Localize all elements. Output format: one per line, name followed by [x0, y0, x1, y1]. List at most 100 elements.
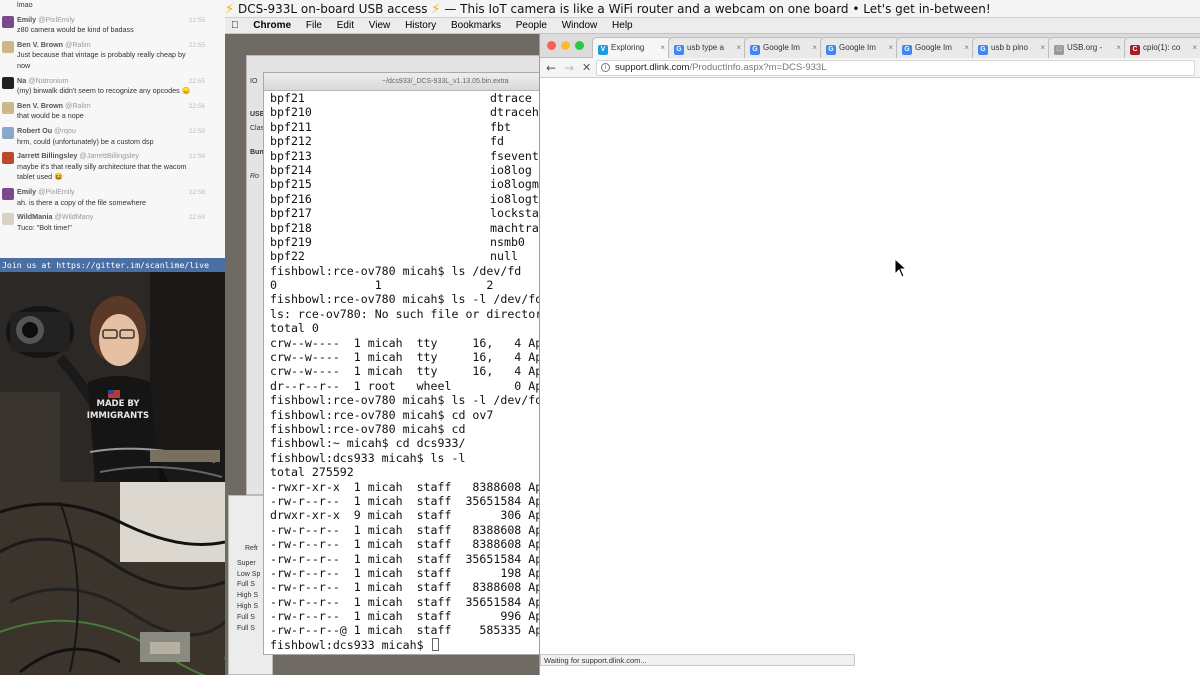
browser-tab[interactable]: G Google Im × [820, 37, 900, 58]
back-arrow-icon[interactable]: ← [546, 60, 556, 76]
terminal-title: ~/dcs933/_DCS-933L_v1.13.05.bin.extra [382, 78, 509, 85]
close-tab-icon[interactable]: × [812, 38, 817, 58]
terminal-text: lockstat [490, 206, 540, 221]
tab-label: Exploring [611, 43, 645, 52]
zoom-window-icon[interactable] [575, 41, 584, 50]
avatar[interactable] [2, 15, 14, 28]
avatar[interactable] [2, 40, 14, 53]
terminal-title-bar[interactable]: ~/dcs933/_DCS-933L_v1.13.05.bin.extra [264, 73, 540, 91]
chat-user-name[interactable]: Ben V. Brown [17, 101, 63, 110]
close-tab-icon[interactable]: × [660, 38, 665, 58]
chat-message: lmao [0, 0, 225, 13]
terminal-text: crw--w---- 1 micah tty 16, 4 Apr [270, 335, 540, 350]
menu-file[interactable]: File [306, 20, 322, 31]
terminal-text: machtrace [490, 220, 540, 235]
chat-message: Na @Natronium 22:55 (my) binwalk didn't se… [0, 74, 225, 99]
terminal-line: bpf212 fd [270, 134, 540, 148]
terminal-text: bpf210 [270, 105, 312, 120]
browser-tab[interactable]: Ccpio(1): co × [1124, 37, 1200, 58]
terminal-line: bpf217 lockstat [270, 206, 540, 220]
menu-app-name[interactable]: Chrome [253, 20, 291, 31]
favicon-icon: C [1130, 45, 1140, 55]
avatar[interactable] [2, 187, 14, 200]
menu-history[interactable]: History [405, 20, 436, 31]
stop-loading-icon[interactable]: ✕ [582, 60, 591, 76]
chat-user-handle: @Ralim [65, 39, 91, 49]
forward-arrow-icon[interactable]: → [564, 60, 574, 76]
terminal-text: fishbowl:rce-ov780 micah$ ls -l /dev/fd/ [270, 393, 540, 408]
chat-message-text: z80 camera would be kind of badass [17, 25, 134, 35]
close-tab-icon[interactable]: × [888, 38, 893, 58]
chat-message-text: ah. is there a copy of the file somewher… [17, 197, 147, 207]
url-host: support.dlink.com [615, 62, 690, 73]
terminal-prompt-line[interactable]: fishbowl:dcs933 micah$ [270, 637, 540, 652]
terminal-line: drwxr-xr-x 9 micah staff 306 Apr [270, 508, 540, 522]
browser-window[interactable]: V Exploring × Gusb type a × G Google Im × G Googl… [539, 34, 1200, 675]
chat-user-handle: @PixlEmily [38, 14, 75, 24]
close-tab-icon[interactable]: × [1040, 38, 1045, 58]
browser-tab[interactable]: □ USB.org - × [1048, 37, 1128, 58]
terminal-text: crw--w---- 1 micah tty 16, 4 Apr [270, 364, 540, 379]
terminal-line: crw--w---- 1 micah tty 16, 4 Apr [270, 350, 540, 364]
chat-user-name[interactable]: WildMania [17, 212, 52, 221]
avatar[interactable] [2, 152, 14, 165]
apple-menu-icon[interactable]:  [231, 20, 239, 31]
avatar[interactable] [2, 126, 14, 139]
terminal-line: fishbowl:rce-ov780 micah$ cd ov7 [270, 408, 540, 422]
browser-tab[interactable]: G Google Im × [896, 37, 976, 58]
chat-user-name[interactable]: Emily [17, 187, 36, 196]
info-icon[interactable]: i [601, 63, 610, 72]
tab-label: Google Im [839, 43, 876, 52]
menu-edit[interactable]: Edit [337, 20, 354, 31]
terminal-text: fbt [490, 119, 511, 134]
terminal-line: -rw-r--r-- 1 micah staff 35651584 Apr [270, 494, 540, 508]
terminal-window[interactable]: ~/dcs933/_DCS-933L_v1.13.05.bin.extra bp… [263, 72, 541, 655]
close-window-icon[interactable] [547, 41, 556, 50]
chat-user-name[interactable]: Jarrett Billingsley [17, 151, 77, 160]
chat-timestamp: 22:56 [188, 102, 205, 110]
terminal-line: bpf219 nsmb0 [270, 235, 540, 249]
terminal-text: dtrace [490, 91, 532, 105]
terminal-line: bpf213 fsevents [270, 149, 540, 163]
terminal-text: -rw-r--r-- 1 micah staff 8388608 Apr [270, 580, 540, 595]
browser-tab[interactable]: G Google Im × [744, 37, 824, 58]
minimize-window-icon[interactable] [561, 41, 570, 50]
avatar[interactable] [2, 101, 14, 114]
terminal-text: crw--w---- 1 micah tty 16, 4 Apr [270, 350, 540, 365]
chat-user-name[interactable]: Robert Ou [17, 126, 52, 135]
address-bar[interactable]: i support.dlink.com/ProductInfo.aspx?m=D… [596, 60, 1195, 76]
terminal-text: fishbowl:rce-ov780 micah$ ls -l /dev/fd/ [270, 292, 540, 307]
terminal-line: fishbowl:~ micah$ cd dcs933/ [270, 436, 540, 450]
close-tab-icon[interactable]: × [1116, 38, 1121, 58]
avatar[interactable] [2, 76, 14, 89]
terminal-text: null [490, 249, 518, 264]
terminal-text: bpf213 [270, 148, 312, 163]
menu-view[interactable]: View [369, 20, 391, 31]
chat-user-handle: @WildMany [54, 212, 94, 222]
close-tab-icon[interactable]: × [736, 38, 741, 58]
chat-user-handle: @JarrettBillingsley [79, 151, 139, 161]
chat-message-list: Emily @PixlEmily 22:55 z80 camera would be… [0, 13, 225, 236]
terminal-text: io8log [490, 162, 532, 177]
menu-bookmarks[interactable]: Bookmarks [451, 20, 501, 31]
menu-window[interactable]: Window [562, 20, 598, 31]
webcam-feed-workbench [0, 482, 225, 675]
terminal-output[interactable]: bpf21dtracebpf210dtracehelperbpf211fbtbp… [264, 91, 540, 652]
browser-tab[interactable]: Gusb b pino × [972, 37, 1052, 58]
browser-tab[interactable]: Gusb type a × [668, 37, 748, 58]
browser-tab[interactable]: V Exploring × [592, 37, 672, 58]
terminal-line: -rw-r--r-- 1 micah staff 198 Apr [270, 566, 540, 580]
menu-people[interactable]: People [516, 20, 547, 31]
terminal-text: -rw-r--r-- 1 micah staff 996 Apr [270, 609, 540, 624]
close-tab-icon[interactable]: × [1192, 38, 1197, 58]
chat-message: Robert Ou @rqou 22:58 hrm, could (unfortun… [0, 124, 225, 149]
avatar[interactable] [2, 213, 14, 226]
chat-user-handle: @Ralim [65, 100, 91, 110]
menu-help[interactable]: Help [612, 20, 633, 31]
terminal-text: -rw-r--r-- 1 micah staff 35651584 Apr [270, 493, 540, 508]
chat-user-name[interactable]: Ben V. Brown [17, 40, 63, 49]
chat-user-name[interactable]: Na [17, 76, 26, 85]
favicon-icon: V [598, 45, 608, 55]
chat-user-name[interactable]: Emily [17, 15, 36, 24]
close-tab-icon[interactable]: × [964, 38, 969, 58]
